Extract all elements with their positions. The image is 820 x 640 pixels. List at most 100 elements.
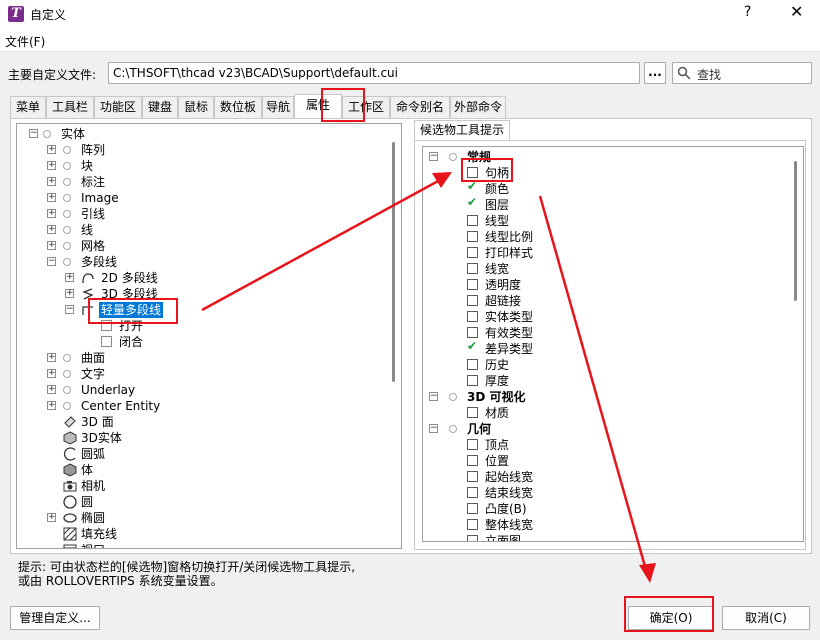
property-item[interactable]: 线宽 [423,261,783,277]
property-checkbox[interactable] [467,503,478,514]
expand-toggle-icon[interactable]: + [47,177,56,186]
property-item[interactable]: 线型比例 [423,229,783,245]
tree-item-polyline[interactable]: +3D 多段线 [17,286,385,302]
property-tree-scrollbar[interactable] [789,147,803,541]
property-checkbox[interactable] [467,295,478,306]
tree-item[interactable]: + Center Entity [17,398,385,414]
tab-5[interactable]: 数位板 [214,96,262,118]
property-checkbox[interactable] [467,375,478,386]
cancel-button[interactable]: 取消(C) [722,606,810,630]
property-item[interactable]: 超链接 [423,293,783,309]
check-icon[interactable]: ✔ [467,195,477,209]
expand-toggle-icon[interactable]: + [47,353,56,362]
tree-item-polyline[interactable]: +2D 多段线 [17,270,385,286]
tab-9[interactable]: 命令别名 [390,96,450,118]
entity-tree[interactable]: − 实体 + 阵列 + 块 + 标注 + Image + 引线 + 线 + 网格 − 多段线 +2D 多段线 +3D … [16,123,402,549]
tree-item[interactable]: + 阵列 [17,142,385,158]
expand-toggle-icon[interactable]: + [47,385,56,394]
property-item[interactable]: 整体线宽 [423,517,783,533]
property-item[interactable]: 立面图 [423,533,783,541]
expand-toggle-icon[interactable]: + [47,225,56,234]
tree-item[interactable]: 圆 [17,494,385,510]
expand-toggle-icon[interactable]: + [47,161,56,170]
property-checkbox[interactable] [467,535,478,541]
tree-item-lwpolyline[interactable]: − 轻量多段线 [17,302,385,318]
expand-toggle-icon[interactable]: + [65,273,74,282]
property-checkbox[interactable] [467,311,478,322]
tab-6[interactable]: 导航 [262,96,294,118]
browse-button[interactable]: ... [644,62,666,84]
tree-root-entity[interactable]: − 实体 [17,126,385,142]
property-item[interactable]: ✔ 差异类型 [423,339,783,357]
expand-toggle-icon[interactable]: + [47,145,56,154]
tree-item[interactable]: + 引线 [17,206,385,222]
expand-toggle-icon[interactable]: + [65,289,74,298]
property-tree[interactable]: − 常规 句柄 ✔ 颜色 ✔ 图层 线型 线型比例 打印样式 线宽 透明度 超链接 实体类型 有效类型 ✔ 差异… [422,146,804,542]
property-checkbox[interactable] [467,263,478,274]
tab-7[interactable]: 属性 [294,94,342,118]
tree-item-leaf[interactable]: 闭合 [17,334,385,350]
expand-toggle-icon[interactable]: + [47,369,56,378]
help-button[interactable]: ? [744,4,751,20]
property-group[interactable]: − 几何 [423,421,783,437]
tree-item[interactable]: + 网格 [17,238,385,254]
expand-toggle-icon[interactable]: − [429,392,438,401]
property-item[interactable]: 位置 [423,453,783,469]
property-item[interactable]: 打印样式 [423,245,783,261]
tree-item[interactable]: 3D 面 [17,414,385,430]
tab-rollover-tips[interactable]: 候选物工具提示 [414,120,510,140]
tab-2[interactable]: 功能区 [94,96,142,118]
expand-toggle-icon[interactable]: − [29,129,38,138]
close-button[interactable]: ✕ [790,2,803,21]
property-checkbox[interactable] [467,279,478,290]
property-checkbox[interactable] [467,231,478,242]
entity-tree-scrollbar[interactable] [387,124,401,548]
expand-toggle-icon[interactable]: − [65,305,74,314]
property-item[interactable]: 凸度(B) [423,501,783,517]
property-item[interactable]: 顶点 [423,437,783,453]
tree-item-leaf[interactable]: 打开 [17,318,385,334]
property-group[interactable]: − 常规 [423,149,783,165]
property-checkbox[interactable] [467,247,478,258]
tree-item[interactable]: − 多段线 [17,254,385,270]
property-checkbox[interactable] [467,167,478,178]
property-item[interactable]: 厚度 [423,373,783,389]
property-checkbox[interactable] [467,487,478,498]
tree-item[interactable]: + 曲面 [17,350,385,366]
tree-item[interactable]: 相机 [17,478,385,494]
tab-1[interactable]: 工具栏 [46,96,94,118]
tree-item[interactable]: + 块 [17,158,385,174]
main-file-path-field[interactable]: C:\THSOFT\thcad v23\BCAD\Support\default… [108,62,640,84]
expand-toggle-icon[interactable]: − [429,152,438,161]
tree-item[interactable]: 体 [17,462,385,478]
entity-tree-scroll-thumb[interactable] [392,142,395,382]
manage-customize-button[interactable]: 管理自定义... [10,606,100,630]
tree-item[interactable]: + Image [17,190,385,206]
expand-toggle-icon[interactable]: + [47,193,56,202]
expand-toggle-icon[interactable]: + [47,241,56,250]
tree-item[interactable]: + 线 [17,222,385,238]
tree-item[interactable]: 圆弧 [17,446,385,462]
property-item[interactable]: 结束线宽 [423,485,783,501]
property-item[interactable]: ✔ 图层 [423,195,783,213]
tree-item[interactable]: 3D实体 [17,430,385,446]
property-item[interactable]: 实体类型 [423,309,783,325]
tree-item[interactable]: + 标注 [17,174,385,190]
tab-3[interactable]: 键盘 [142,96,178,118]
property-checkbox[interactable] [467,359,478,370]
tab-4[interactable]: 鼠标 [178,96,214,118]
check-icon[interactable]: ✔ [467,179,477,193]
property-item[interactable]: 起始线宽 [423,469,783,485]
expand-toggle-icon[interactable]: + [47,209,56,218]
property-checkbox[interactable] [467,327,478,338]
expand-toggle-icon[interactable]: − [429,424,438,433]
property-item[interactable]: 线型 [423,213,783,229]
property-checkbox[interactable] [467,471,478,482]
expand-toggle-icon[interactable]: + [47,401,56,410]
tab-10[interactable]: 外部命令 [450,96,506,118]
property-item[interactable]: 历史 [423,357,783,373]
search-input[interactable]: 查找 [672,62,812,84]
property-checkbox[interactable] [467,455,478,466]
tree-item[interactable]: 填充线 [17,526,385,542]
tree-item[interactable]: 视口 [17,542,385,548]
